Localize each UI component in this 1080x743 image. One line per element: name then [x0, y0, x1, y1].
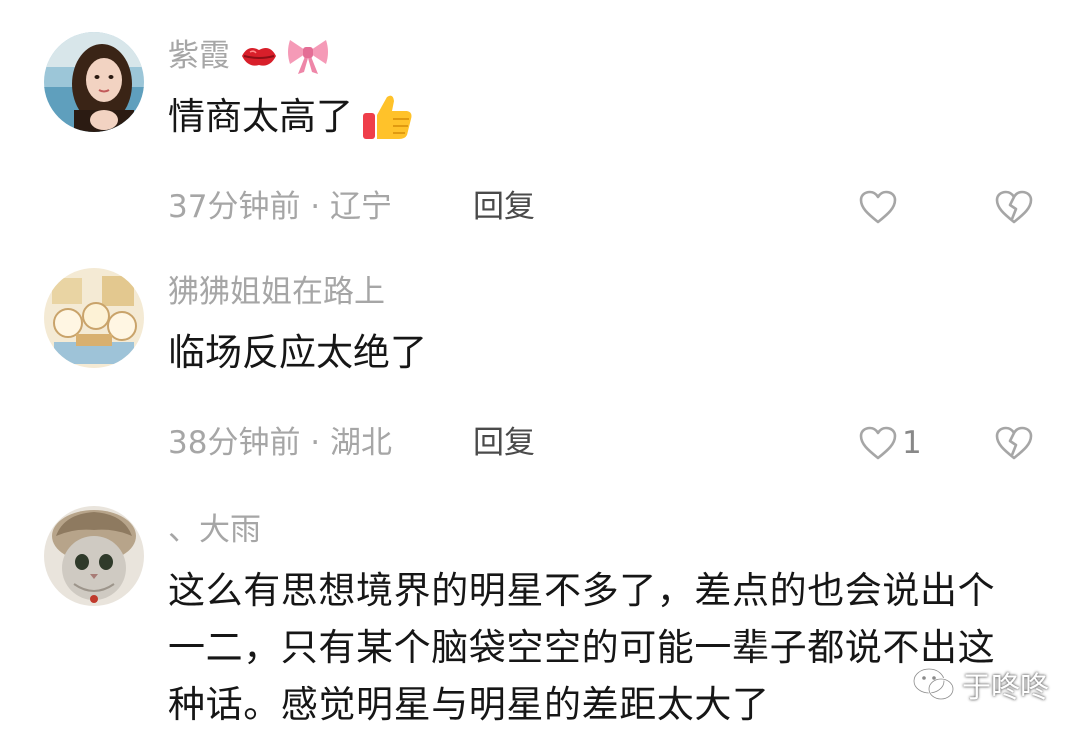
username-label: 紫霞	[168, 38, 230, 74]
comment-item: 紫霞 情商太高了 37分钟前 · 辽宁 回复	[0, 32, 1080, 242]
reply-button[interactable]: 回复	[473, 418, 535, 468]
wechat-icon	[912, 667, 955, 701]
like-count: 1	[902, 425, 922, 461]
dislike-button[interactable]	[994, 418, 1034, 468]
reply-button[interactable]: 回复	[473, 182, 535, 232]
watermark-text: 于咚咚	[962, 670, 1050, 704]
like-button[interactable]: 1	[858, 418, 922, 468]
heart-outline-icon	[859, 190, 897, 224]
comment-text: 这么有思想境界的明星不多了，差点的也会说出个一二，只有某个脑袋空空的可能一辈子都…	[168, 569, 996, 726]
broken-heart-icon	[995, 190, 1033, 224]
timestamp-location: 38分钟前 · 湖北	[168, 425, 393, 461]
comment-item: 狒狒姐姐在路上 临场反应太绝了 38分钟前 · 湖北 回复 1	[0, 268, 1080, 478]
comment-text: 临场反应太绝了	[168, 331, 427, 374]
username-label: 狒狒姐姐在路上	[168, 274, 385, 310]
kiss-mark-icon	[242, 48, 276, 66]
like-button[interactable]	[858, 182, 902, 232]
username[interactable]: 紫霞	[168, 34, 338, 78]
comment-text-content: 情商太高了	[168, 95, 353, 138]
comment-text: 情商太高了	[168, 88, 1028, 145]
avatar[interactable]	[44, 506, 144, 606]
username-emojis	[240, 36, 338, 76]
dislike-button[interactable]	[994, 182, 1034, 232]
thumbs-up-icon	[363, 95, 412, 139]
comment-meta: 38分钟前 · 湖北 回复 1	[168, 418, 1048, 468]
comment-item: 、大雨 这么有思想境界的明星不多了，差点的也会说出个一二，只有某个脑袋空空的可能…	[0, 506, 1080, 743]
ribbon-bow-icon	[288, 40, 328, 74]
username[interactable]: 狒狒姐姐在路上	[168, 270, 385, 314]
avatar[interactable]	[44, 268, 144, 368]
username[interactable]: 、大雨	[168, 508, 261, 552]
heart-outline-icon	[859, 426, 897, 460]
watermark: 于咚咚	[912, 664, 1049, 706]
timestamp-location: 37分钟前 · 辽宁	[168, 189, 393, 225]
comment-meta: 37分钟前 · 辽宁 回复	[168, 182, 1048, 232]
broken-heart-icon	[995, 426, 1033, 460]
username-label: 、大雨	[168, 512, 261, 548]
avatar[interactable]	[44, 32, 144, 132]
